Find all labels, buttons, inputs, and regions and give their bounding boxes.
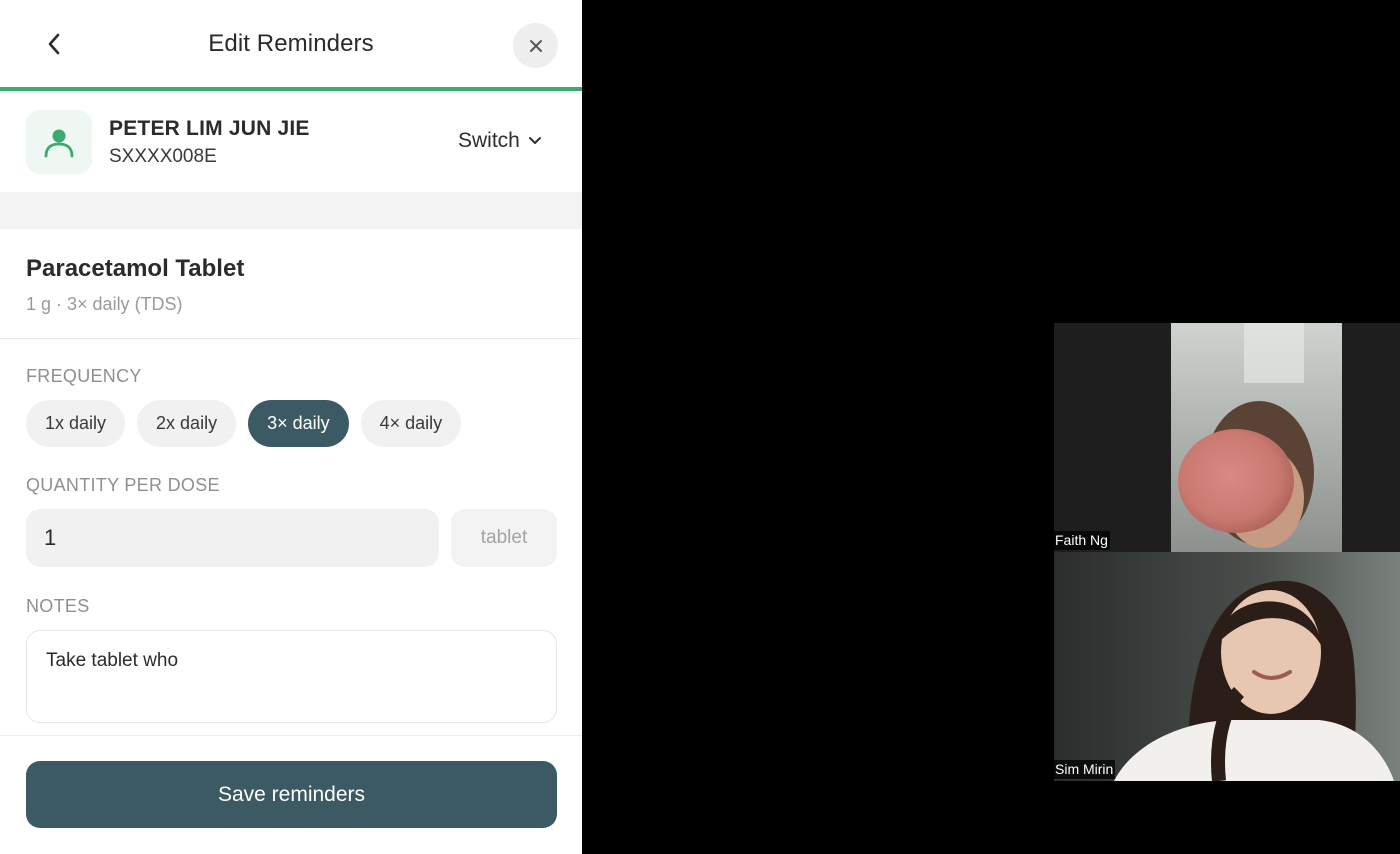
participant-name: Sim Mirin	[1054, 760, 1116, 779]
notes-label: NOTES	[26, 596, 90, 616]
participant-name: Faith Ng	[1054, 531, 1110, 550]
avatar	[26, 110, 92, 174]
frequency-chip-4x[interactable]: 4× daily	[360, 400, 462, 447]
patient-id: SXXXX008E	[109, 146, 217, 167]
medication-name: Paracetamol Tablet	[26, 255, 245, 282]
edit-reminders-panel: Edit Reminders PETER LIM JUN JIE SXXXX00…	[0, 0, 582, 854]
frequency-chip-3x[interactable]: 3× daily	[248, 400, 349, 447]
divider	[0, 338, 582, 339]
footer-divider	[0, 735, 582, 736]
quantity-label: QUANTITY PER DOSE	[26, 475, 220, 495]
page-title: Edit Reminders	[208, 30, 374, 57]
quantity-input[interactable]: 1	[26, 509, 439, 567]
user-icon	[44, 129, 74, 158]
app-header: Edit Reminders	[0, 0, 582, 88]
frequency-chip-1x[interactable]: 1x daily	[26, 400, 126, 447]
close-button[interactable]	[513, 23, 558, 68]
section-separator	[0, 192, 582, 229]
switch-label: Switch	[458, 129, 520, 152]
patient-row: PETER LIM JUN JIE SXXXX008E Switch	[0, 91, 582, 192]
frequency-options: 1x daily 2x daily 3× daily 4× daily	[26, 400, 462, 447]
chevron-down-icon	[528, 137, 541, 144]
patient-name: PETER LIM JUN JIE	[109, 117, 310, 140]
quantity-unit: tablet	[451, 509, 557, 567]
frequency-chip-2x[interactable]: 2x daily	[137, 400, 237, 447]
frequency-label: FREQUENCY	[26, 366, 142, 386]
close-icon	[529, 39, 542, 52]
video-feed-faith	[1054, 323, 1400, 552]
save-reminders-button[interactable]: Save reminders	[26, 761, 557, 828]
video-tile-sim: Sim Mirin	[1054, 552, 1400, 781]
switch-patient-button[interactable]: Switch	[458, 129, 542, 153]
notes-textarea[interactable]: Take tablet who	[26, 630, 557, 723]
video-tile-faith: Faith Ng	[1054, 323, 1400, 552]
medication-dosage: 1 g · 3× daily (TDS)	[26, 294, 183, 314]
video-feed-sim	[1054, 552, 1400, 781]
